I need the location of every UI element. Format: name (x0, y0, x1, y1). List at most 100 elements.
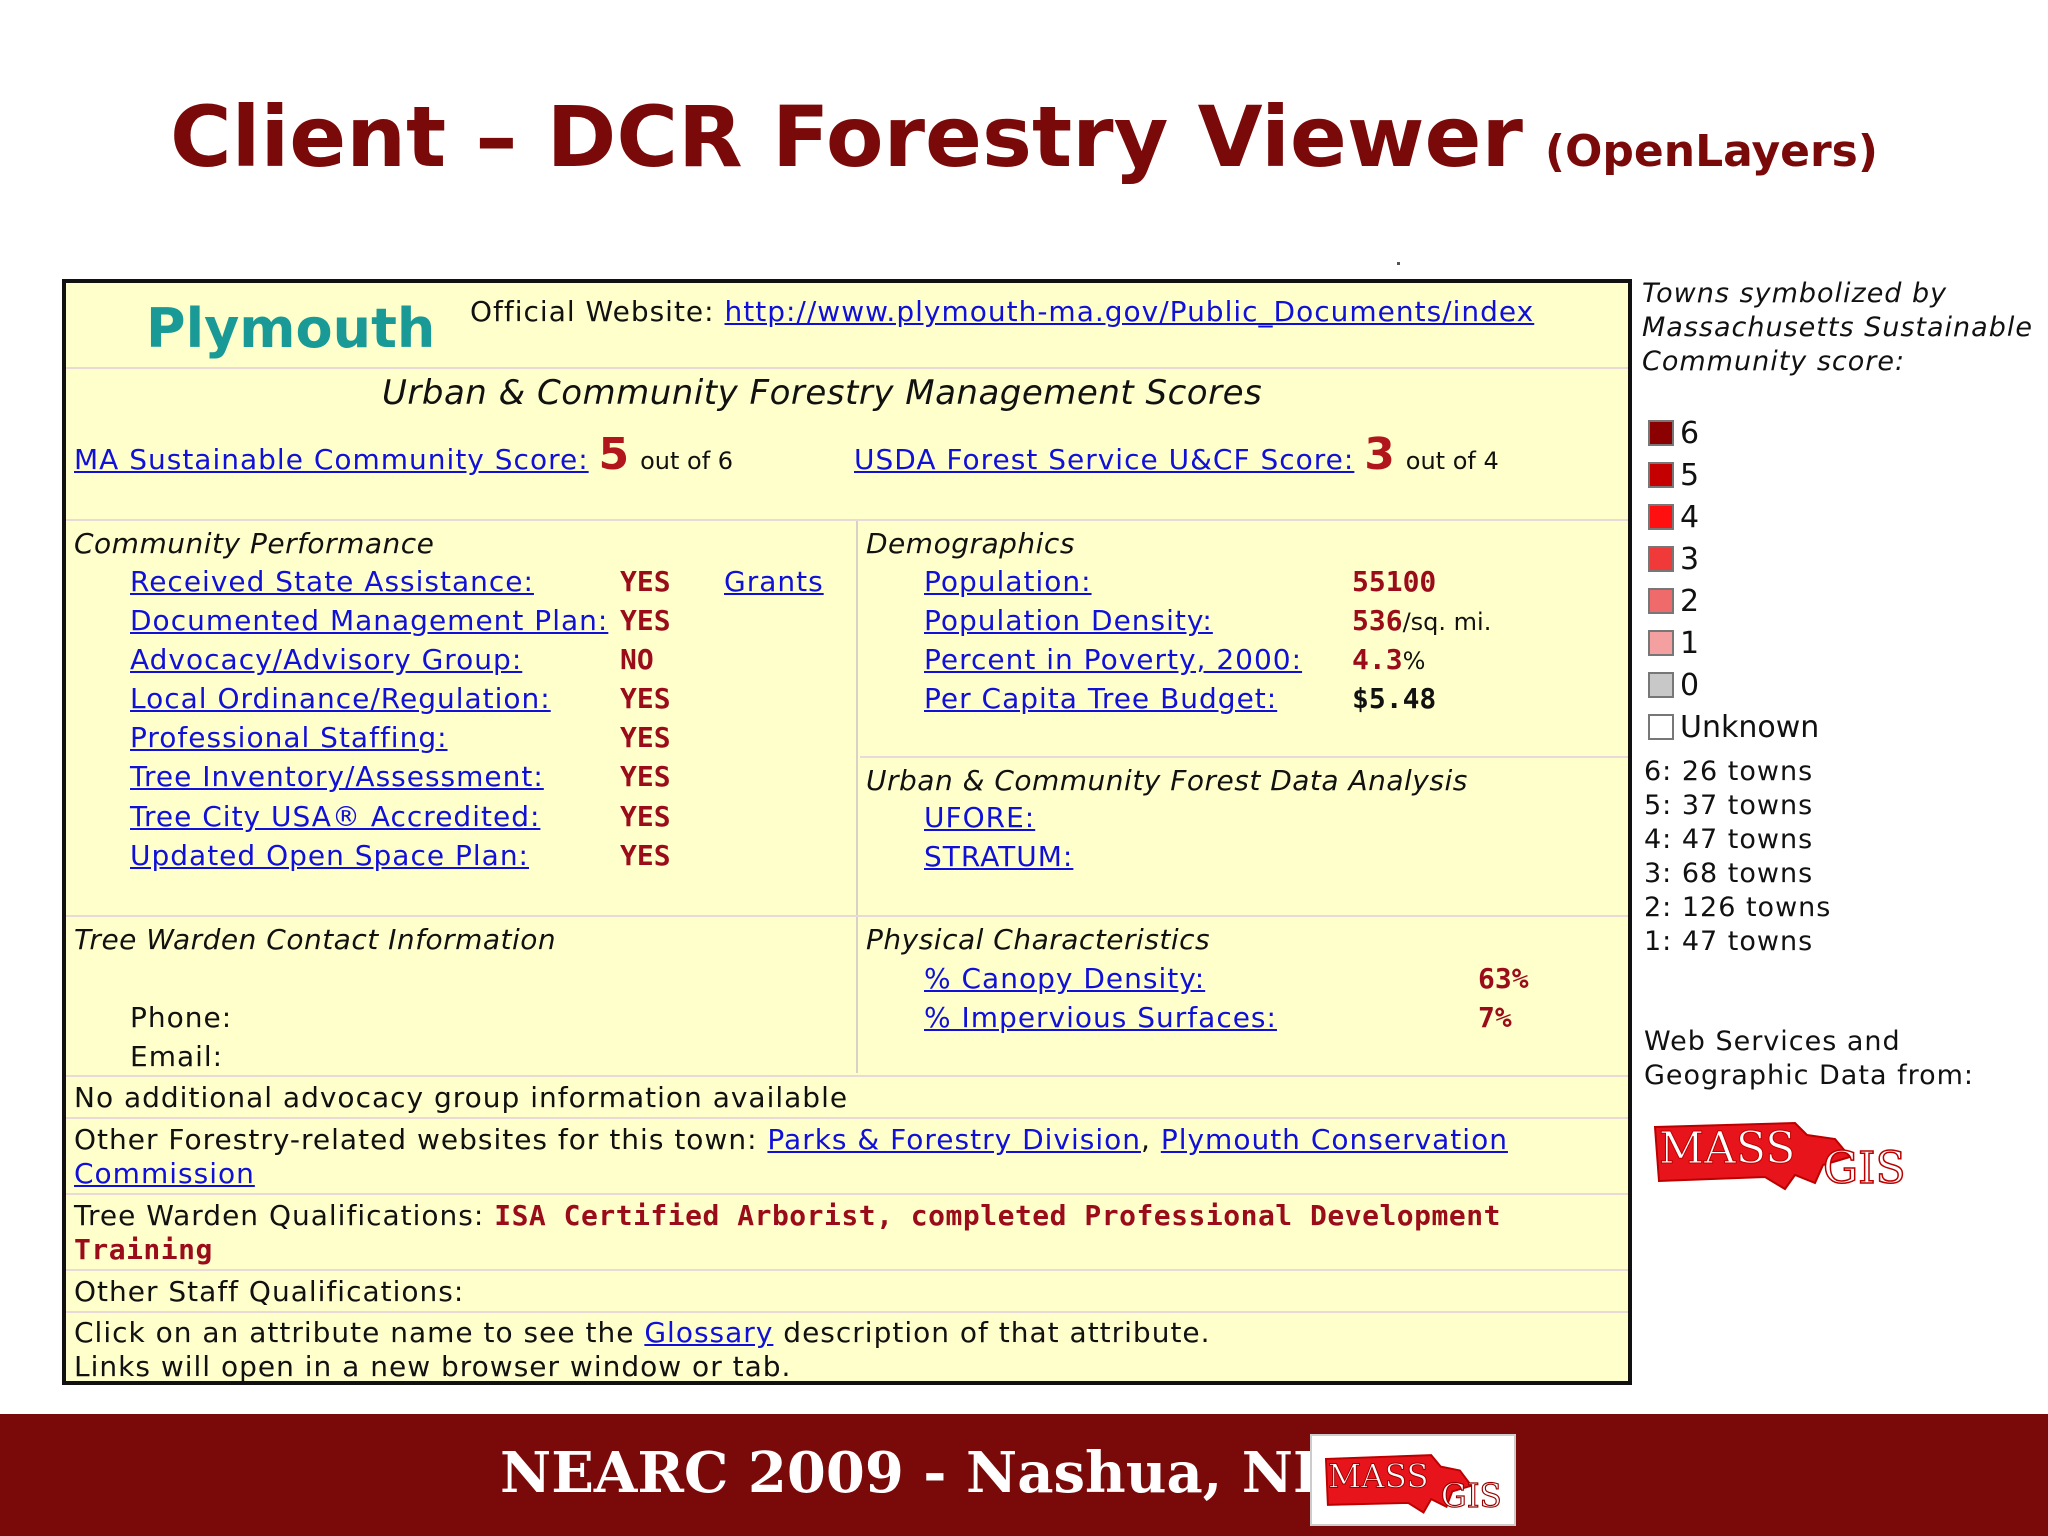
staff-qualifications: Other Staff Qualifications: (74, 1275, 465, 1308)
legend-label: Unknown (1680, 709, 1820, 745)
legend-swatch (1648, 588, 1674, 614)
demo-row-0-label[interactable]: Population: (924, 565, 1092, 598)
warden-qual-value-line2: Training (74, 1233, 213, 1266)
usda-score-value: 3 (1364, 429, 1396, 480)
forestry-info-panel: Plymouth Official Website: http://www.pl… (62, 279, 1632, 1385)
phys-row-1-label[interactable]: % Impervious Surfaces: (924, 1001, 1277, 1034)
cp-row-5-value: YES (620, 760, 671, 793)
cp-row-3-value: YES (620, 682, 671, 715)
warden-qualifications: Tree Warden Qualifications: ISA Certifie… (74, 1199, 1501, 1232)
community-performance-heading: Community Performance (74, 527, 435, 560)
other-sites-separator: , (1141, 1123, 1151, 1156)
grants-link[interactable]: Grants (724, 565, 824, 598)
demo-row-1-unit: /sq. mi. (1402, 608, 1492, 636)
cp-row-2-label[interactable]: Advocacy/Advisory Group: (130, 643, 522, 676)
stratum-link[interactable]: STRATUM: (924, 840, 1073, 873)
demo-row-2-number: 4.3 (1352, 643, 1403, 676)
demo-row-3-label[interactable]: Per Capita Tree Budget: (924, 682, 1277, 715)
demo-row-1-label[interactable]: Population Density: (924, 604, 1213, 637)
cp-row-1-value: YES (620, 604, 671, 637)
phys-row-1-value: 7% (1478, 1001, 1512, 1034)
physical-heading: Physical Characteristics (866, 923, 1211, 956)
ma-score: MA Sustainable Community Score: 5 out of… (74, 429, 733, 480)
cp-row-5-label[interactable]: Tree Inventory/Assessment: (130, 760, 544, 793)
phone-label: Phone: (130, 1001, 233, 1034)
demo-row-3-value: $5.48 (1352, 682, 1436, 715)
legend-label: 4 (1680, 499, 1700, 535)
website-link[interactable]: http://www.plymouth-ma.gov/Public_Docume… (725, 295, 1535, 328)
legend-count: 1: 47 towns (1644, 926, 1814, 957)
demographics-heading: Demographics (866, 527, 1075, 560)
demo-row-2-value: 4.3% (1352, 643, 1425, 676)
stray-dot (1397, 262, 1400, 265)
glossary-post: description of that attribute. (783, 1316, 1211, 1349)
conservation-link-part2[interactable]: Commission (74, 1157, 255, 1190)
ma-score-outof: out of 6 (640, 447, 734, 475)
cp-row-6-value: YES (620, 800, 671, 833)
logo-text-mass: MASS (1659, 1123, 1795, 1174)
legend-label: 2 (1680, 583, 1700, 619)
glossary-link[interactable]: Glossary (644, 1316, 773, 1349)
slide-title: Client – DCR Forestry Viewer (OpenLayers) (170, 88, 1878, 186)
footer-massgis-logo: MASS GIS (1324, 1454, 1502, 1515)
cp-row-4-label[interactable]: Professional Staffing: (130, 721, 448, 754)
warden-qual-value-line1: ISA Certified Arborist, completed Profes… (494, 1199, 1501, 1232)
footer-logo: MASS GIS (1310, 1434, 1516, 1526)
ma-score-link[interactable]: MA Sustainable Community Score: (74, 443, 589, 476)
demo-row-2-label[interactable]: Percent in Poverty, 2000: (924, 643, 1302, 676)
divider (860, 756, 1628, 758)
data-analysis-heading: Urban & Community Forest Data Analysis (866, 764, 1468, 797)
cp-row-6-label[interactable]: Tree City USA® Accredited: (130, 800, 540, 833)
legend-swatch (1648, 714, 1674, 740)
legend-swatch (1648, 672, 1674, 698)
parks-forestry-link[interactable]: Parks & Forestry Division (767, 1123, 1141, 1156)
legend-item-0: 0 (1648, 668, 1699, 703)
slide-title-main: Client – DCR Forestry Viewer (170, 88, 1523, 186)
divider (66, 1193, 1628, 1195)
legend-item-2: 2 (1648, 583, 1700, 619)
legend-label: 6 (1680, 415, 1700, 451)
usda-score: USDA Forest Service U&CF Score: 3 out of… (854, 429, 1499, 480)
legend-heading-line2: Massachusetts Sustainable (1642, 312, 2033, 343)
phys-row-1-unit: % (1494, 1001, 1512, 1034)
email-label: Email: (130, 1040, 224, 1073)
cp-row-3-label[interactable]: Local Ordinance/Regulation: (130, 682, 551, 715)
legend-heading-line1: Towns symbolized by (1642, 278, 1948, 309)
phys-row-0-label[interactable]: % Canopy Density: (924, 962, 1205, 995)
phys-row-0-number: 63 (1478, 962, 1512, 995)
legend-swatch (1648, 630, 1674, 656)
divider (66, 367, 1628, 369)
legend-label: 1 (1680, 625, 1700, 661)
cp-row-1-label[interactable]: Documented Management Plan: (130, 604, 608, 637)
conservation-link-part1[interactable]: Plymouth Conservation (1161, 1123, 1508, 1156)
legend-swatch (1648, 504, 1674, 530)
usda-score-link[interactable]: USDA Forest Service U&CF Score: (854, 443, 1354, 476)
slide-subtitle: (OpenLayers) (1544, 126, 1878, 177)
glossary-note: Click on an attribute name to see the Gl… (74, 1316, 1211, 1349)
other-sites-line: Other Forestry-related websites for this… (74, 1123, 1508, 1156)
cp-row-0-label[interactable]: Received State Assistance: (130, 565, 534, 598)
massgis-logo: MASS GIS (1653, 1121, 1905, 1195)
demo-row-3-number: $5.48 (1352, 682, 1437, 715)
logo-text-gis: GIS (1823, 1143, 1905, 1194)
column-divider (856, 521, 858, 1073)
cp-row-7-label[interactable]: Updated Open Space Plan: (130, 839, 529, 872)
legend-count: 3: 68 towns (1644, 858, 1814, 889)
demo-row-2-unit: % (1402, 647, 1426, 675)
divider (66, 1311, 1628, 1313)
slide-footer: NEARC 2009 - Nashua, NH MASS GIS (0, 1414, 2048, 1536)
cp-row-2-value: NO (620, 643, 654, 676)
legend-item-5: 5 (1648, 458, 1699, 493)
legend-label: 3 (1680, 541, 1700, 577)
footer-logo-text-gis: GIS (1441, 1477, 1502, 1515)
legend-item-6: 6 (1648, 415, 1700, 451)
ufore-link[interactable]: UFORE: (924, 801, 1035, 834)
cp-row-4-value: YES (620, 721, 671, 754)
legend-heading-line3: Community score: (1642, 346, 1906, 377)
other-sites-prefix: Other Forestry-related websites for this… (74, 1123, 758, 1156)
advocacy-note: No additional advocacy group information… (74, 1081, 849, 1114)
credit-line2: Geographic Data from: (1644, 1060, 1974, 1091)
divider (66, 915, 1628, 917)
cp-row-7-value: YES (620, 839, 671, 872)
ma-score-value: 5 (598, 429, 631, 480)
